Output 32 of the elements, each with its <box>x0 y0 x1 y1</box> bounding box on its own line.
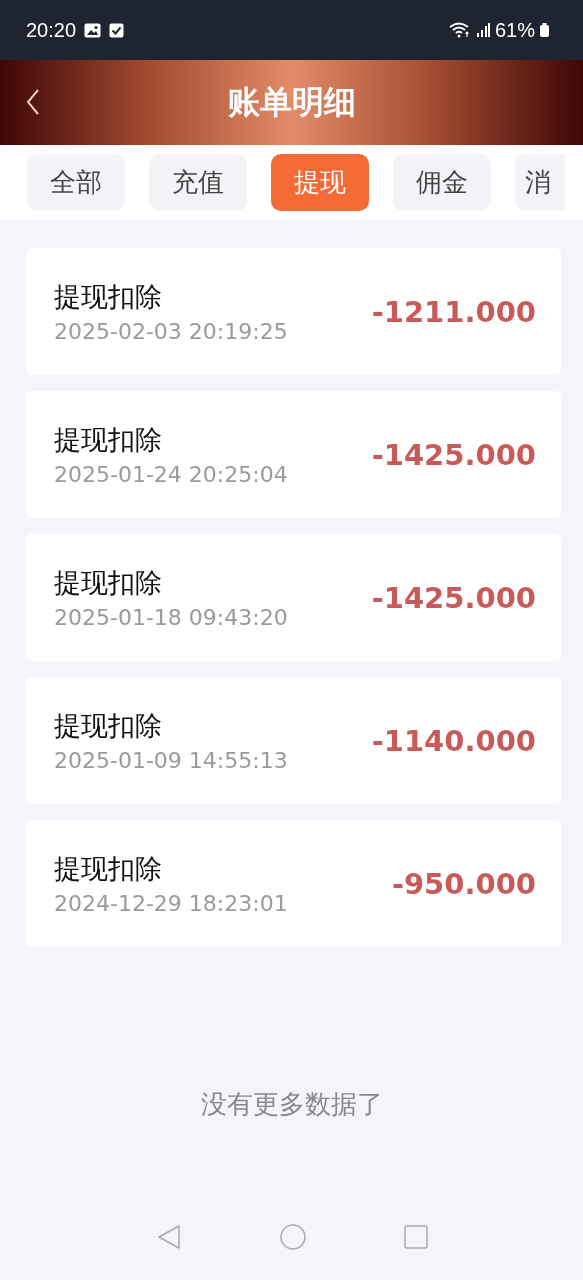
record-time: 2024-12-29 18:23:01 <box>54 891 288 916</box>
record-title: 提现扣除 <box>54 852 163 886</box>
record-time: 2025-02-03 20:19:25 <box>54 319 288 344</box>
back-nav-icon[interactable] <box>155 1224 182 1250</box>
record-title: 提现扣除 <box>54 280 163 314</box>
record-amount: -1211.000 <box>371 294 536 329</box>
signal-icon <box>475 23 490 37</box>
filter-tab[interactable]: 全部 <box>27 154 125 211</box>
record-amount: -1425.000 <box>371 437 536 472</box>
recents-nav-icon[interactable] <box>403 1225 428 1249</box>
page-title: 账单明细 <box>227 81 356 123</box>
checkbox-icon <box>109 22 125 38</box>
record-amount: -1140.000 <box>371 723 536 758</box>
record-amount: -950.000 <box>391 866 536 901</box>
status-time: 20:20 <box>26 18 77 42</box>
record-time: 2025-01-18 09:43:20 <box>54 605 288 630</box>
record-title: 提现扣除 <box>54 423 163 457</box>
record-title: 提现扣除 <box>54 709 163 743</box>
home-nav-icon[interactable] <box>279 1224 306 1250</box>
image-icon <box>84 22 102 38</box>
record-title: 提现扣除 <box>54 566 163 600</box>
back-icon[interactable] <box>26 88 40 116</box>
wifi-icon <box>448 22 471 38</box>
filter-tab[interactable]: 消 <box>515 154 565 211</box>
battery-percent: 61% <box>494 18 535 42</box>
record-time: 2025-01-09 14:55:13 <box>54 748 288 773</box>
no-more-data-text: 没有更多数据了 <box>200 1088 383 1121</box>
battery-icon <box>540 23 549 37</box>
record-amount: -1425.000 <box>371 580 536 615</box>
filter-tab[interactable]: 充值 <box>149 154 247 211</box>
record-time: 2025-01-24 20:25:04 <box>54 462 288 487</box>
filter-tab[interactable]: 佣金 <box>393 154 491 211</box>
